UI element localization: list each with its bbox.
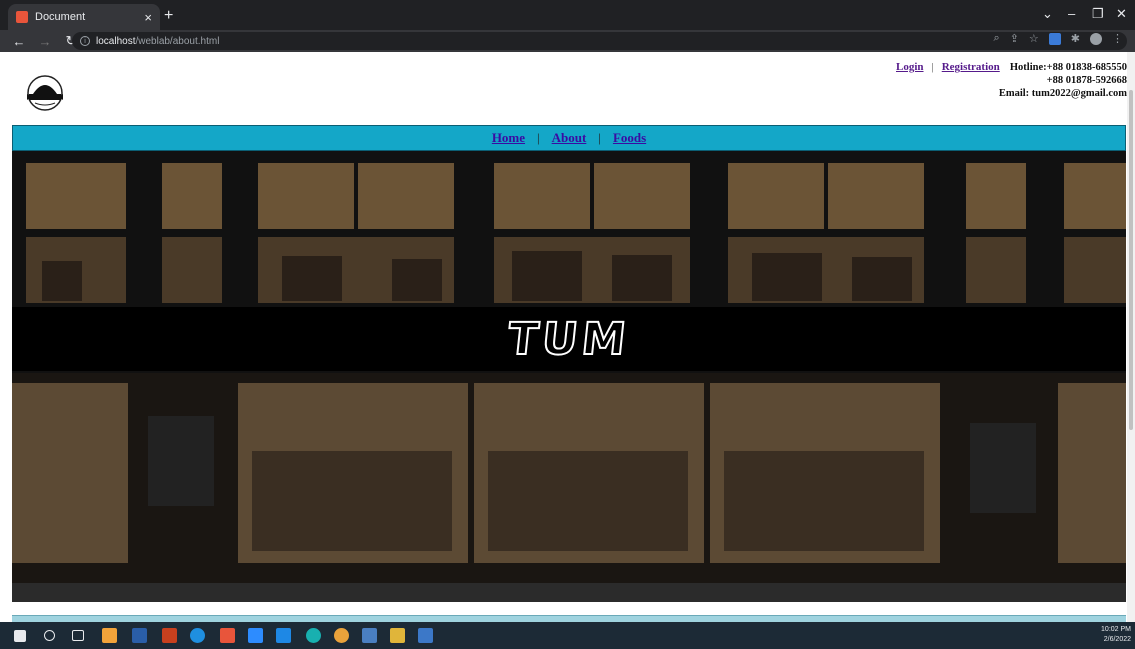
app-store-icon[interactable] (102, 628, 117, 643)
minimize-button[interactable]: – (1068, 6, 1075, 21)
nav-separator: | (598, 130, 601, 145)
vscode-icon[interactable] (276, 628, 291, 643)
toolbar-icons: ⌕ ⇪ ☆ ✱ ⋮ (994, 32, 1123, 45)
zoom-icon[interactable]: ⌕ (994, 32, 1000, 45)
restaurant-photo (12, 151, 1126, 602)
bookmark-star-icon[interactable]: ☆ (1029, 32, 1039, 45)
chrome-icon[interactable] (334, 628, 349, 643)
sublime-icon[interactable] (220, 628, 235, 643)
main-nav: Home | About | Foods (12, 125, 1126, 151)
site-logo-icon (27, 75, 63, 111)
browser-tab-bar: Document × + ⌄ – ❐ ✕ (0, 0, 1135, 30)
forward-arrow-icon[interactable]: → (38, 34, 52, 49)
tab-search-icon[interactable]: ⌄ (1042, 6, 1053, 22)
web-page: Login | Registration Hotline:+88 01838-685… (0, 52, 1135, 622)
edge-icon[interactable] (306, 628, 321, 643)
brand-title: TUM (505, 313, 634, 366)
url-host: localhost (96, 35, 136, 47)
profile-avatar-icon[interactable] (1090, 32, 1102, 45)
contact-email: Email: tum2022@gmail.com (998, 88, 1127, 99)
back-arrow-icon[interactable]: ← (12, 34, 26, 49)
clock-time: 10:02 PM (1101, 626, 1131, 633)
extension-icon[interactable] (1048, 32, 1061, 45)
hotline-primary: Hotline:+88 01838-685550 (1009, 62, 1127, 73)
task-view-icon[interactable] (72, 630, 84, 641)
zoom-app-icon[interactable] (248, 628, 263, 643)
photoshop-icon[interactable] (132, 628, 147, 643)
share-icon[interactable]: ⇪ (1010, 32, 1019, 45)
nav-home-link[interactable]: Home (492, 130, 525, 146)
url-path: /weblab/about.html (135, 35, 220, 47)
menu-kebab-icon[interactable]: ⋮ (1112, 32, 1123, 45)
app-icon[interactable] (362, 628, 377, 643)
extensions-puzzle-icon[interactable]: ✱ (1071, 32, 1080, 45)
address-toolbar: ← → ↻ i localhost/weblab/about.html ⌕ ⇪ … (0, 30, 1135, 52)
favicon-icon (16, 11, 28, 23)
site-info-icon[interactable]: i (80, 36, 90, 46)
nav-about-link[interactable]: About (552, 130, 587, 146)
hotline-secondary: +88 01878-592668 (1046, 75, 1127, 86)
login-link[interactable]: Login (896, 61, 924, 73)
word-icon[interactable] (418, 628, 433, 643)
new-tab-button[interactable]: + (164, 7, 173, 25)
system-clock[interactable]: 10:02 PM 2/6/2022 (1101, 625, 1131, 645)
tab-title: Document (35, 11, 86, 23)
hero-banner: TUM (12, 151, 1126, 602)
clock-date: 2/6/2022 (1103, 636, 1131, 643)
start-windows-icon[interactable] (14, 630, 26, 642)
teamviewer-icon[interactable] (190, 628, 205, 643)
auth-separator: | (931, 61, 934, 73)
search-icon[interactable] (44, 630, 55, 641)
hero-brand-band: TUM (12, 307, 1126, 371)
nav-foods-link[interactable]: Foods (613, 130, 646, 146)
browser-tab[interactable]: Document × (8, 4, 160, 30)
scrollbar-thumb[interactable] (1129, 90, 1133, 430)
os-taskbar: 10:02 PM 2/6/2022 (0, 622, 1135, 649)
auth-links: Login | Registration (896, 61, 1000, 73)
illustrator-icon[interactable] (162, 628, 177, 643)
footer-bar (12, 615, 1126, 622)
tab-close-icon[interactable]: × (144, 10, 152, 25)
contact-info: Hotline:+88 01838-685550 +88 01878-59266… (999, 61, 1127, 100)
maximize-button[interactable]: ❐ (1092, 6, 1104, 22)
nav-separator: | (537, 130, 540, 145)
url-bar[interactable]: i localhost/weblab/about.html (72, 32, 1127, 50)
file-explorer-icon[interactable] (390, 628, 405, 643)
registration-link[interactable]: Registration (942, 61, 1000, 73)
close-window-button[interactable]: ✕ (1116, 6, 1127, 22)
